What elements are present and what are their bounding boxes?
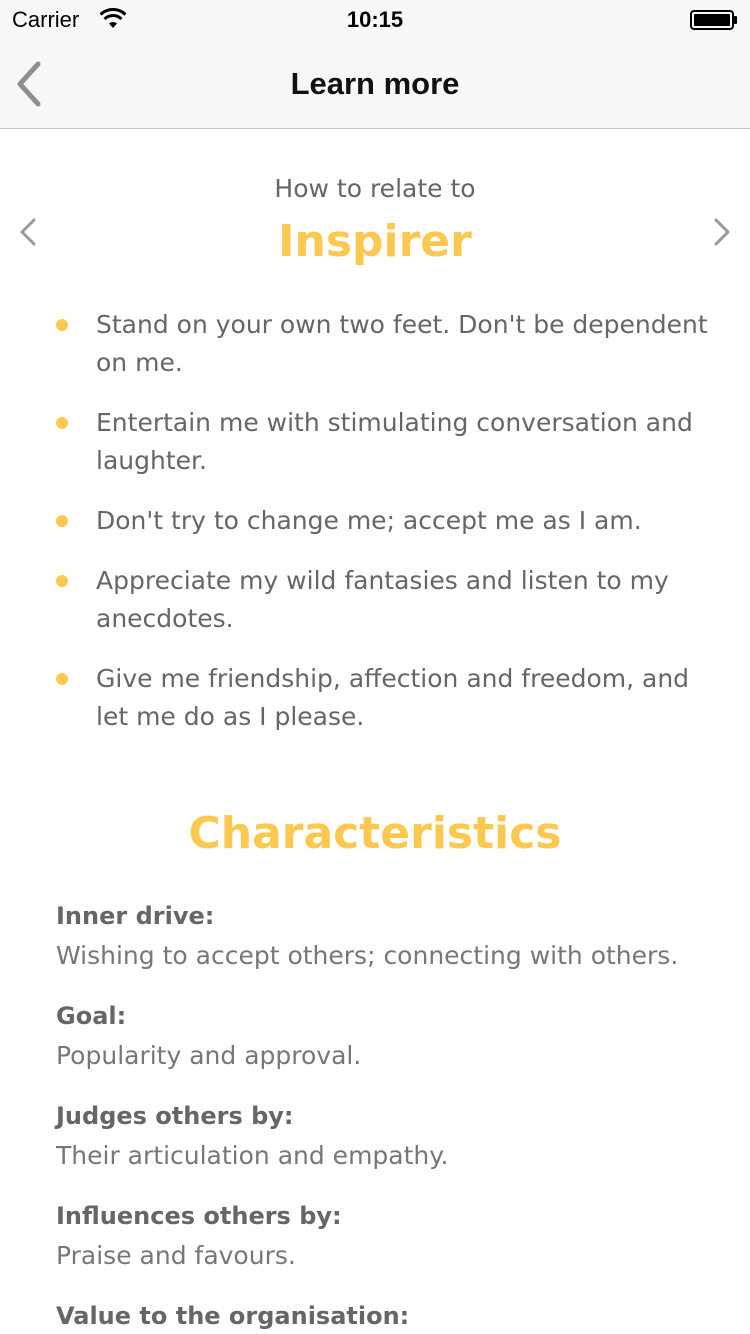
list-item-text: Give me friendship, affection and freedo… <box>96 664 690 731</box>
list-item: Stand on your own two feet. Don't be dep… <box>0 306 750 382</box>
list-item: Entertain me with stimulating conversati… <box>0 404 750 480</box>
characteristics-heading: Characteristics <box>188 808 562 859</box>
characteristic-label: Inner drive: <box>56 902 215 930</box>
list-item-text: Stand on your own two feet. Don't be dep… <box>96 310 708 377</box>
next-type-button[interactable] <box>706 214 736 250</box>
characteristic-item: Judges others by: Their articulation and… <box>56 1096 736 1176</box>
characteristic-item: Value to the organisation: <box>56 1296 736 1334</box>
status-time: 10:15 <box>346 7 404 32</box>
section-subtitle: How to relate to <box>274 174 476 203</box>
characteristic-value: Praise and favours. <box>56 1241 296 1270</box>
bullet-icon <box>56 515 68 527</box>
bullet-icon <box>56 575 68 587</box>
characteristic-label: Value to the organisation: <box>56 1302 410 1330</box>
characteristic-item: Inner drive: Wishing to accept others; c… <box>56 896 736 976</box>
characteristic-label: Influences others by: <box>56 1202 342 1230</box>
page-title: Learn more <box>290 66 460 101</box>
characteristic-label: Judges others by: <box>56 1102 294 1130</box>
characteristic-label: Goal: <box>56 1002 127 1030</box>
characteristic-value: Popularity and approval. <box>56 1041 362 1070</box>
chevron-left-icon <box>20 218 36 246</box>
characteristic-item: Influences others by: Praise and favours… <box>56 1196 736 1276</box>
content-area[interactable]: How to relate to Inspirer Stand on your … <box>0 130 750 1334</box>
list-item: Appreciate my wild fantasies and listen … <box>0 562 750 638</box>
status-bar: Carrier 10:15 <box>0 0 750 40</box>
navigation-bar: Learn more <box>0 40 750 129</box>
bullet-icon <box>56 417 68 429</box>
bullet-icon <box>56 673 68 685</box>
characteristic-item: Goal: Popularity and approval. <box>56 996 736 1076</box>
type-title: Inspirer <box>278 216 472 267</box>
characteristic-value: Their articulation and empathy. <box>56 1141 449 1170</box>
relate-tips-list: Stand on your own two feet. Don't be dep… <box>0 306 750 758</box>
list-item: Give me friendship, affection and freedo… <box>0 660 750 736</box>
characteristic-value: Wishing to accept others; connecting wit… <box>56 941 679 970</box>
characteristics-list: Inner drive: Wishing to accept others; c… <box>56 896 736 1334</box>
list-item: Don't try to change me; accept me as I a… <box>0 502 750 540</box>
chevron-right-icon <box>714 218 730 246</box>
list-item-text: Don't try to change me; accept me as I a… <box>96 506 642 535</box>
list-item-text: Entertain me with stimulating conversati… <box>96 408 693 475</box>
previous-type-button[interactable] <box>14 214 44 250</box>
battery-icon <box>690 10 737 30</box>
bullet-icon <box>56 319 68 331</box>
list-item-text: Appreciate my wild fantasies and listen … <box>96 566 669 633</box>
